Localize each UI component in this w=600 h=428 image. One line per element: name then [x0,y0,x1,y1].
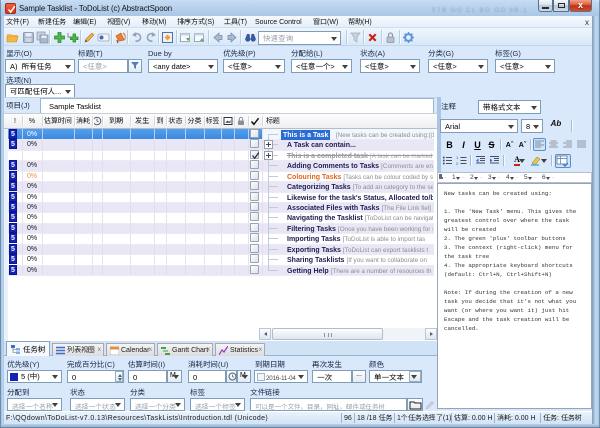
svg-text:2: 2 [456,161,459,166]
